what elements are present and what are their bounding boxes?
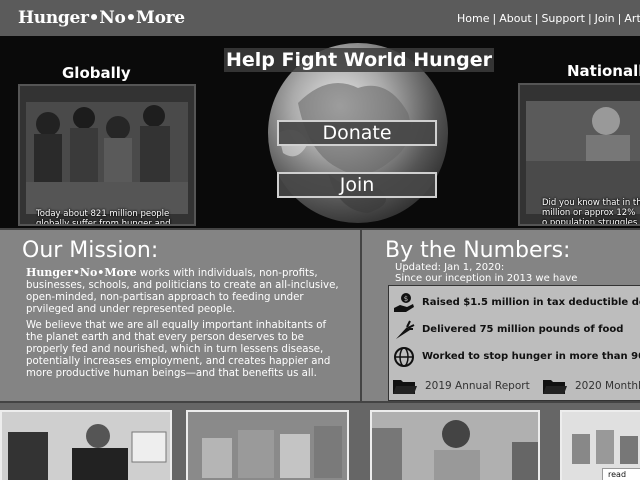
page: Hunger•No•More Home | About | Support | Join | A…	[0, 0, 640, 480]
site-header: Hunger•No•More Home | About | Support | Join | A…	[0, 0, 640, 36]
main-nav: Home | About | Support | Join | Art	[457, 12, 640, 25]
site-logo[interactable]: Hunger•No•More	[18, 8, 185, 28]
nav-support[interactable]: Support	[541, 12, 584, 25]
nav-separator: |	[587, 12, 592, 25]
article-thumbnail[interactable]	[186, 410, 349, 480]
nav-home[interactable]: Home	[457, 12, 489, 25]
donate-button[interactable]: Donate	[277, 120, 437, 146]
numbers-box: $ Raised $1.5 million in tax deductible …	[388, 285, 640, 401]
article-strip: read arti	[0, 401, 640, 480]
mission-section: Our Mission: Hunger•No•More works with i…	[0, 228, 362, 401]
children-photo	[26, 102, 188, 214]
nationally-card[interactable]: Did you know that in th million or appro…	[518, 83, 640, 226]
numbers-updated: Updated: Jan 1, 2020: Since our inceptio…	[395, 262, 577, 284]
stat-text: Worked to stop hunger in more than 90 co	[422, 351, 640, 362]
nationally-title: Nationally	[567, 62, 640, 80]
numbers-title: By the Numbers:	[385, 238, 571, 263]
nav-separator: |	[534, 12, 539, 25]
globally-card[interactable]: Today about 821 million people globally …	[18, 84, 196, 226]
boxes-photo	[188, 412, 347, 480]
nav-join[interactable]: Join	[595, 12, 615, 25]
article-thumbnail[interactable]	[370, 410, 540, 480]
folder-icon	[393, 380, 417, 394]
join-button[interactable]: Join	[277, 172, 437, 198]
stat-text: Delivered 75 million pounds of food	[422, 324, 624, 335]
svg-text:$: $	[404, 295, 408, 303]
globally-title: Globally	[62, 64, 131, 82]
nav-separator: |	[617, 12, 622, 25]
mission-title: Our Mission:	[22, 238, 159, 263]
article-thumbnail[interactable]	[0, 410, 172, 480]
nationally-text: Did you know that in th million or appro…	[542, 198, 640, 226]
nav-about[interactable]: About	[499, 12, 532, 25]
globe-icon	[394, 347, 414, 367]
hero-banner: Globally Today about 821 million people …	[0, 36, 640, 228]
report-label: 2020 Monthl	[575, 380, 640, 392]
globally-text: Today about 821 million people globally …	[36, 209, 171, 226]
folder-icon	[543, 380, 567, 394]
carrot-icon	[396, 320, 415, 339]
mission-paragraph-1: Hunger•No•More works with individuals, n…	[26, 267, 346, 316]
stat-text: Raised $1.5 million in tax deductible do…	[422, 297, 640, 308]
updated-intro: Since our inception in 2013 we have	[395, 273, 578, 284]
numbers-section: By the Numbers: Updated: Jan 1, 2020: Si…	[362, 228, 640, 401]
nav-separator: |	[492, 12, 497, 25]
money-hand-icon: $	[394, 293, 414, 312]
volunteer-photo	[2, 412, 170, 480]
mission-brand: Hunger•No•More	[26, 266, 137, 279]
updated-date: Updated: Jan 1, 2020:	[395, 262, 505, 273]
hero-title: Help Fight World Hunger	[224, 48, 494, 72]
volunteers-photo	[372, 412, 538, 480]
nav-articles[interactable]: Art	[624, 12, 640, 25]
read-article-button[interactable]: read arti	[602, 468, 640, 480]
mission-paragraph-2: We believe that we are all equally impor…	[26, 320, 331, 379]
report-label: 2019 Annual Report	[425, 380, 530, 392]
article-thumbnail[interactable]: read arti	[560, 410, 640, 480]
